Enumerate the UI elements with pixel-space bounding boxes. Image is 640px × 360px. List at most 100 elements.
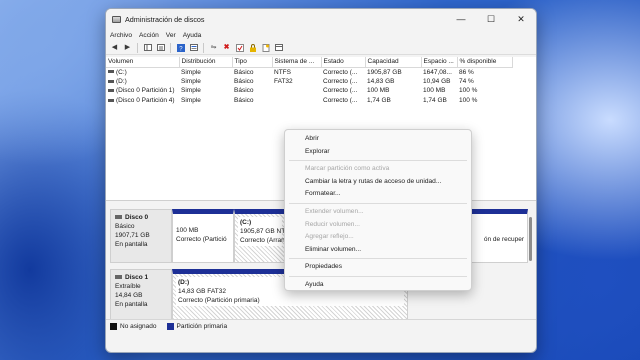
table-row[interactable]: (C:) Simple Básico NTFS Correcto (... 19… bbox=[106, 67, 512, 77]
col-header-porcentaje[interactable]: % disponible bbox=[457, 57, 513, 68]
menu-accion[interactable]: Acción bbox=[139, 32, 159, 39]
disk-0-info[interactable]: Disco 0 Básico 1907,71 GB En pantalla bbox=[110, 209, 172, 263]
table-cell: Simple bbox=[181, 96, 201, 104]
menu-item-propiedades[interactable]: Propiedades bbox=[285, 261, 471, 274]
table-cell: Básico bbox=[234, 68, 254, 76]
disk-1-info[interactable]: Disco 1 Extraíble 14,84 GB En pantalla bbox=[110, 269, 172, 323]
table-cell: 1647,08... bbox=[423, 68, 452, 76]
table-cell: 86 % bbox=[459, 68, 474, 76]
table-cell: 14,83 GB bbox=[367, 77, 395, 85]
drive-icon bbox=[108, 79, 114, 83]
partition-status: Correcto (Arran bbox=[240, 237, 285, 244]
menu-item-formatear[interactable]: Formatear... bbox=[285, 188, 471, 201]
volume-name: (D:) bbox=[116, 77, 127, 85]
menu-bar: Archivo Acción Ver Ayuda bbox=[106, 29, 536, 41]
disk-size: 14,84 GB bbox=[115, 292, 143, 299]
table-cell: 100 MB bbox=[367, 87, 390, 95]
col-header-espacio[interactable]: Espacio ... bbox=[421, 57, 458, 68]
forward-arrow-icon[interactable]: ▶ bbox=[123, 43, 132, 52]
disk-status: En pantalla bbox=[115, 301, 148, 308]
menu-separator bbox=[289, 258, 467, 260]
table-row[interactable]: (Disco 0 Partición 4) Simple Básico Corr… bbox=[106, 96, 512, 106]
col-header-volumen[interactable]: Volumen bbox=[106, 57, 180, 68]
partition-disk0-p1[interactable]: 100 MB Correcto (Partició bbox=[172, 209, 234, 263]
menu-item-reducir: Reducir volumen... bbox=[305, 220, 360, 228]
partition-label bbox=[176, 217, 230, 226]
table-cell: Correcto (... bbox=[323, 77, 358, 85]
partition-disk0-c[interactable]: (C:) 1905,87 GB NTF Correcto (Arran bbox=[234, 209, 286, 263]
check-icon[interactable] bbox=[235, 43, 244, 52]
menu-ayuda[interactable]: Ayuda bbox=[183, 32, 202, 39]
menu-archivo[interactable]: Archivo bbox=[110, 32, 132, 39]
new-icon[interactable] bbox=[261, 43, 270, 52]
partition-size: 100 MB bbox=[176, 227, 199, 234]
table-cell: Simple bbox=[181, 77, 201, 85]
title-bar: Administración de discos — ☐ ✕ bbox=[106, 9, 536, 29]
console-tree-icon[interactable] bbox=[143, 43, 152, 52]
col-header-distribucion[interactable]: Distribución bbox=[179, 57, 233, 68]
legend-item-unallocated: No asignado bbox=[110, 322, 157, 330]
table-cell: Básico bbox=[234, 77, 254, 85]
volume-name: (C:) bbox=[116, 68, 127, 76]
volume-name: (Disco 0 Partición 1) bbox=[116, 87, 175, 95]
toolbar-separator bbox=[137, 42, 138, 53]
table-cell: 1905,87 GB bbox=[367, 68, 402, 76]
menu-separator bbox=[289, 275, 467, 277]
drive-icon bbox=[108, 70, 114, 74]
table-cell: 100 % bbox=[459, 96, 478, 104]
col-header-sistema[interactable]: Sistema de ... bbox=[272, 57, 322, 68]
table-cell: 10,94 GB bbox=[423, 77, 451, 85]
maximize-button[interactable]: ☐ bbox=[476, 9, 506, 29]
menu-item-cambiar-letra[interactable]: Cambiar la letra y rutas de acceso de un… bbox=[285, 176, 471, 189]
delete-icon[interactable]: ✖ bbox=[222, 43, 231, 52]
list-view-icon[interactable] bbox=[189, 43, 198, 52]
disk-name: Disco 0 bbox=[115, 213, 167, 222]
menu-item-explorar[interactable]: Explorar bbox=[285, 146, 471, 159]
menu-item-ayuda[interactable]: Ayuda bbox=[285, 279, 471, 292]
window-title: Administración de discos bbox=[125, 14, 205, 24]
menu-item-abrir[interactable]: Abrir bbox=[285, 133, 471, 146]
disk-type: Extraíble bbox=[115, 283, 141, 290]
lock-icon[interactable] bbox=[248, 43, 257, 52]
connect-icon[interactable]: ⇋ bbox=[209, 43, 218, 52]
menu-item-extender: Extender volumen... bbox=[305, 207, 364, 215]
table-row[interactable]: (Disco 0 Partición 1) Simple Básico Corr… bbox=[106, 86, 512, 96]
col-header-estado[interactable]: Estado bbox=[321, 57, 366, 68]
volume-name-cell: (Disco 0 Partición 1) bbox=[106, 86, 179, 96]
table-cell: Básico bbox=[234, 87, 254, 95]
menu-ver[interactable]: Ver bbox=[166, 32, 176, 39]
menu-item-agregar-reflejo: Agregar reflejo... bbox=[305, 233, 354, 241]
table-cell: 1,74 GB bbox=[367, 96, 391, 104]
drive-icon bbox=[108, 98, 114, 102]
volume-table-header: Volumen Distribución Tipo Sistema de ...… bbox=[106, 57, 513, 68]
table-cell: 1,74 GB bbox=[423, 96, 447, 104]
toolbar-separator bbox=[203, 42, 204, 53]
disk-status: En pantalla bbox=[115, 241, 148, 248]
volume-name: (Disco 0 Partición 4) bbox=[116, 96, 175, 104]
disk-name: Disco 1 bbox=[115, 273, 167, 282]
partition-inner: (C:) 1905,87 GB NTF Correcto (Arran bbox=[238, 217, 286, 246]
col-header-tipo[interactable]: Tipo bbox=[232, 57, 273, 68]
legend-swatch-unallocated bbox=[110, 322, 117, 330]
close-button[interactable]: ✕ bbox=[506, 9, 536, 29]
toolbar-separator bbox=[170, 42, 171, 53]
table-cell bbox=[272, 96, 321, 106]
legend-item-primary: Partición primaria bbox=[166, 322, 227, 330]
drive-icon bbox=[108, 89, 114, 93]
table-cell: Correcto (... bbox=[323, 96, 358, 104]
volume-name-cell: (C:) bbox=[106, 67, 179, 77]
menu-item-eliminar[interactable]: Eliminar volumen... bbox=[285, 244, 471, 257]
properties-icon[interactable] bbox=[156, 43, 165, 52]
minimize-button[interactable]: — bbox=[446, 9, 476, 29]
refresh-icon[interactable] bbox=[274, 43, 283, 52]
table-row[interactable]: (D:) Simple Básico FAT32 Correcto (... 1… bbox=[106, 77, 512, 87]
disk-pane-scrollbar[interactable] bbox=[529, 217, 532, 261]
table-cell: Correcto (... bbox=[323, 68, 358, 76]
help-icon[interactable]: ? bbox=[176, 43, 185, 52]
table-cell: NTFS bbox=[274, 68, 291, 76]
partition-size: 1905,87 GB NTF bbox=[240, 228, 286, 235]
col-header-capacidad[interactable]: Capacidad bbox=[365, 57, 422, 68]
back-arrow-icon[interactable]: ◀ bbox=[110, 43, 119, 52]
table-cell: Simple bbox=[181, 68, 201, 76]
disk-type: Básico bbox=[115, 223, 135, 230]
